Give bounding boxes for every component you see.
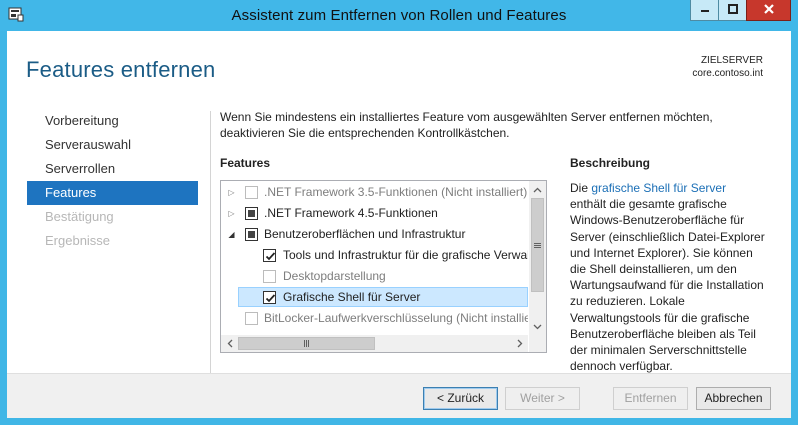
feature-label: Desktopdarstellung — [283, 269, 386, 283]
feature-label: Grafische Shell für Server — [283, 290, 421, 304]
feature-row-bitlocker[interactable]: BitLocker-Laufwerkverschlüsselung (Nicht… — [221, 308, 528, 329]
features-heading: Features — [220, 156, 271, 170]
nav-divider — [210, 111, 211, 373]
cancel-button[interactable]: Abbrechen — [696, 387, 771, 410]
nav-item-vorbereitung[interactable]: Vorbereitung — [27, 109, 198, 133]
nav-item-ergebnisse: Ergebnisse — [45, 233, 111, 248]
description-feature-link[interactable]: grafische Shell für Server — [591, 181, 726, 195]
nav-item-serverrollen[interactable]: Serverrollen — [27, 157, 198, 181]
window-title: Assistent zum Entfernen von Rollen und F… — [231, 7, 567, 24]
expand-icon[interactable]: ▷ — [227, 209, 236, 218]
feature-checkbox-server-graphical-shell[interactable] — [263, 291, 276, 304]
feature-label: Benutzeroberflächen und Infrastruktur — [264, 227, 466, 241]
close-button[interactable] — [746, 0, 791, 21]
chevron-down-icon — [533, 324, 542, 329]
horizontal-scrollbar[interactable] — [221, 335, 528, 352]
wizard-navigation: Vorbereitung Serverauswahl Serverrollen … — [27, 109, 198, 253]
feature-row-ui-infrastructure[interactable]: ◢ Benutzeroberflächen und Infrastruktur — [221, 224, 528, 245]
next-button: Weiter > — [505, 387, 580, 410]
feature-row-server-graphical-shell[interactable]: Grafische Shell für Server — [221, 287, 528, 308]
feature-row-net35[interactable]: ▷ .NET Framework 3.5-Funktionen (Nicht i… — [221, 182, 528, 203]
collapse-icon[interactable]: ◢ — [227, 230, 236, 239]
scroll-left-button[interactable] — [221, 335, 238, 352]
maximize-button[interactable] — [718, 0, 747, 21]
scroll-up-button[interactable] — [529, 181, 546, 198]
feature-checkbox-tools-infrastructure[interactable] — [263, 249, 276, 262]
feature-label: .NET Framework 4.5-Funktionen — [264, 206, 438, 220]
description-prefix: Die — [570, 181, 592, 195]
intro-text: Wenn Sie mindestens ein installiertes Fe… — [220, 110, 713, 140]
vertical-scroll-thumb[interactable] — [531, 198, 544, 292]
expand-icon[interactable]: ▷ — [227, 188, 236, 197]
features-tree-viewport: ▷ .NET Framework 3.5-Funktionen (Nicht i… — [221, 181, 528, 335]
feature-label: Tools und Infrastruktur für die grafisch… — [283, 248, 528, 262]
features-tree[interactable]: ▷ .NET Framework 3.5-Funktionen (Nicht i… — [220, 180, 547, 353]
feature-checkbox-net45[interactable] — [245, 207, 258, 220]
page-title: Features entfernen — [26, 57, 216, 82]
wizard-content: Features entfernen ZIELSERVER core.conto… — [7, 31, 791, 418]
horizontal-scroll-thumb[interactable] — [238, 337, 375, 350]
checkmark-icon — [265, 252, 276, 261]
wizard-footer: < Zurück Weiter > Entfernen Abbrechen — [7, 373, 791, 418]
close-icon — [763, 3, 775, 18]
description-text: Die grafische Shell für Server enthält d… — [570, 180, 765, 374]
chevron-up-icon — [533, 187, 542, 192]
scroll-down-button[interactable] — [529, 318, 546, 335]
target-server-label: ZIELSERVER — [700, 55, 763, 66]
feature-checkbox-bitlocker — [245, 312, 258, 325]
target-server-info: ZIELSERVER core.contoso.int — [692, 54, 763, 80]
nav-item-bestaetigung: Bestätigung — [45, 209, 114, 224]
feature-row-tools-infrastructure[interactable]: Tools und Infrastruktur für die grafisch… — [221, 245, 528, 266]
chevron-left-icon — [227, 339, 232, 348]
feature-row-net45[interactable]: ▷ .NET Framework 4.5-Funktionen — [221, 203, 528, 224]
minimize-button[interactable] — [690, 0, 719, 21]
nav-item-features[interactable]: Features — [27, 181, 198, 205]
scroll-right-button[interactable] — [511, 335, 528, 352]
maximize-icon — [727, 3, 738, 17]
description-body: enthält die gesamte grafische Windows-Be… — [570, 197, 765, 374]
wizard-window: Assistent zum Entfernen von Rollen und F… — [0, 0, 798, 425]
feature-checkbox-desktop-experience — [263, 270, 276, 283]
feature-checkbox-ui-infrastructure[interactable] — [245, 228, 258, 241]
chevron-right-icon — [517, 339, 522, 348]
vertical-scrollbar[interactable] — [529, 181, 546, 335]
grip-icon — [304, 340, 309, 347]
feature-label: BitLocker-Laufwerkverschlüsselung (Nicht… — [264, 311, 528, 325]
grip-icon — [534, 242, 541, 248]
checkmark-icon — [265, 294, 276, 303]
feature-checkbox-net35 — [245, 186, 258, 199]
scroll-corner — [529, 335, 546, 352]
feature-row-desktop-experience[interactable]: Desktopdarstellung — [221, 266, 528, 287]
description-heading: Beschreibung — [570, 156, 651, 170]
nav-item-serverauswahl[interactable]: Serverauswahl — [27, 133, 198, 157]
target-server-name: core.contoso.int — [692, 68, 763, 79]
title-bar[interactable]: Assistent zum Entfernen von Rollen und F… — [0, 0, 798, 31]
feature-label: .NET Framework 3.5-Funktionen (Nicht ins… — [264, 185, 528, 199]
minimize-icon — [700, 3, 710, 17]
back-button[interactable]: < Zurück — [423, 387, 498, 410]
remove-button: Entfernen — [613, 387, 688, 410]
